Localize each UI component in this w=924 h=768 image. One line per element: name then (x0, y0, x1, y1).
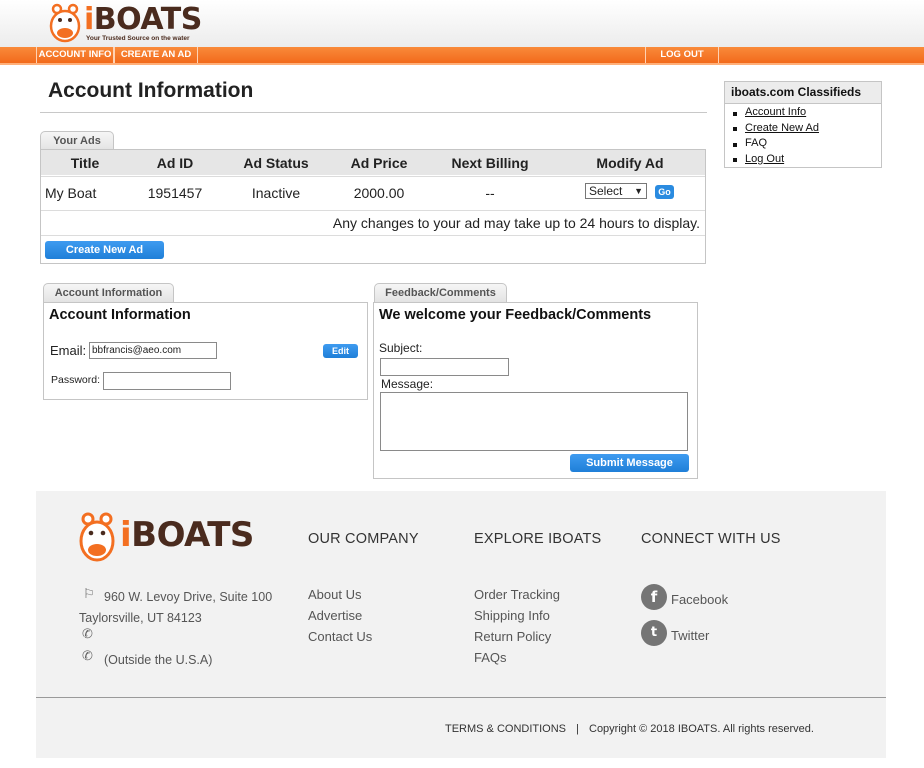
sidebar-item-faq[interactable]: FAQ (745, 137, 767, 149)
col-header-modify-ad: Modify Ad (596, 155, 664, 171)
password-label: Password: (51, 374, 101, 386)
col-header-title: Title (70, 155, 100, 171)
page: iBOATS Your Trusted Source on the water … (0, 0, 924, 768)
logo-wordmark: iBOATS (84, 2, 202, 37)
footer-legal: TERMS & CONDITIONS | Copyright © 2018 IB… (445, 723, 814, 735)
logo-tagline: Your Trusted Source on the water (86, 35, 190, 42)
footer-link-facebook[interactable]: Facebook (671, 592, 728, 607)
footer-link-twitter[interactable]: Twitter (671, 628, 709, 643)
ad-id-cell: 1951457 (147, 185, 203, 201)
ad-price-cell: 2000.00 (353, 185, 405, 201)
col-header-ad-id: Ad ID (156, 155, 194, 171)
email-field[interactable]: bbfrancis@aeo.com (89, 342, 217, 359)
col-header-ad-price: Ad Price (350, 155, 408, 171)
legal-separator: | (576, 723, 579, 735)
col-header-ad-status: Ad Status (243, 155, 309, 171)
footer-link-return-policy[interactable]: Return Policy (474, 629, 551, 644)
bullet-icon (733, 112, 737, 116)
email-label: Email: (50, 343, 87, 358)
nav-log-out[interactable]: LOG OUT (645, 47, 719, 63)
bullet-icon (733, 127, 737, 131)
footer-link-contact-us[interactable]: Contact Us (308, 629, 372, 644)
phone-icon: ✆ (82, 648, 93, 663)
hippo-mascot-icon (49, 3, 81, 43)
create-new-ad-button[interactable]: Create New Ad (45, 241, 164, 259)
title-divider (40, 112, 707, 113)
subject-label: Subject: (379, 341, 423, 355)
tab-your-ads[interactable]: Your Ads (40, 131, 114, 150)
phone-icon: ✆ (82, 626, 93, 641)
nav-account-info[interactable]: ACCOUNT INFO (36, 47, 114, 63)
main-navbar: ACCOUNT INFO CREATE AN AD LOG OUT (0, 47, 924, 65)
modify-ad-select[interactable]: Select ▼ (585, 183, 647, 199)
footer-logo-wordmark: iBOATS (120, 515, 254, 555)
sidebar-item-log-out[interactable]: Log Out (745, 153, 784, 165)
terms-conditions-link[interactable]: TERMS & CONDITIONS (445, 723, 566, 735)
footer-link-advertise[interactable]: Advertise (308, 608, 362, 623)
bullet-icon (733, 158, 737, 162)
footer-link-order-tracking[interactable]: Order Tracking (474, 587, 560, 602)
facebook-icon[interactable]: f (641, 584, 667, 610)
twitter-icon[interactable]: t (641, 620, 667, 646)
account-panel-heading: Account Information (49, 307, 191, 323)
footer-heading-explore: EXPLORE IBOATS (474, 531, 602, 547)
footer-outside-usa: (Outside the U.S.A) (104, 653, 213, 667)
col-header-next-billing: Next Billing (451, 155, 529, 171)
copyright-text: Copyright © 2018 IBOATS. All rights rese… (589, 723, 814, 735)
sidebar-title: iboats.com Classifieds (725, 82, 881, 104)
footer-address-line1: 960 W. Levoy Drive, Suite 100 (104, 590, 273, 604)
nav-create-ad[interactable]: CREATE AN AD (114, 47, 198, 63)
modify-ad-select-value: Select (589, 184, 623, 198)
footer-heading-company: OUR COMPANY (308, 531, 419, 547)
message-label: Message: (381, 377, 434, 391)
table-row-divider (41, 176, 705, 177)
footer-link-faqs[interactable]: FAQs (474, 650, 507, 665)
next-billing-cell: -- (485, 185, 495, 201)
sidebar-item-create-new-ad[interactable]: Create New Ad (745, 122, 819, 134)
go-button[interactable]: Go (655, 185, 674, 199)
edit-email-button[interactable]: Edit (323, 344, 358, 358)
ad-title-cell: My Boat (45, 185, 97, 201)
footer-address-line2: Taylorsville, UT 84123 (79, 611, 202, 625)
hippo-mascot-icon (79, 512, 115, 562)
table-row-divider (41, 235, 705, 236)
site-header: iBOATS Your Trusted Source on the water (0, 0, 924, 47)
tab-feedback-comments[interactable]: Feedback/Comments (374, 283, 507, 302)
classifieds-sidebar: iboats.com Classifieds Account Info Crea… (724, 81, 882, 168)
message-textarea[interactable] (380, 392, 688, 451)
sidebar-item-account-info[interactable]: Account Info (745, 106, 806, 118)
footer-link-about-us[interactable]: About Us (308, 587, 361, 602)
footer-link-shipping-info[interactable]: Shipping Info (474, 608, 550, 623)
subject-input[interactable] (380, 358, 509, 376)
table-row-divider (41, 210, 705, 211)
site-logo[interactable]: iBOATS Your Trusted Source on the water (48, 2, 208, 44)
footer-heading-connect: CONNECT WITH US (641, 531, 781, 547)
ad-status-cell: Inactive (251, 185, 301, 201)
bullet-icon (733, 143, 737, 147)
submit-message-button[interactable]: Submit Message (570, 454, 689, 472)
feedback-panel-heading: We welcome your Feedback/Comments (379, 307, 652, 323)
page-title: Account Information (48, 79, 254, 102)
password-field[interactable] (103, 372, 231, 390)
ad-update-notice: Any changes to your ad may take up to 24… (332, 215, 700, 231)
dropdown-arrow-icon: ▼ (634, 186, 643, 196)
tab-account-information[interactable]: Account Information (43, 283, 174, 302)
footer-divider (36, 697, 886, 698)
footer-logo[interactable]: iBOATS (78, 511, 268, 565)
signpost-icon: ⚐ (83, 586, 95, 601)
